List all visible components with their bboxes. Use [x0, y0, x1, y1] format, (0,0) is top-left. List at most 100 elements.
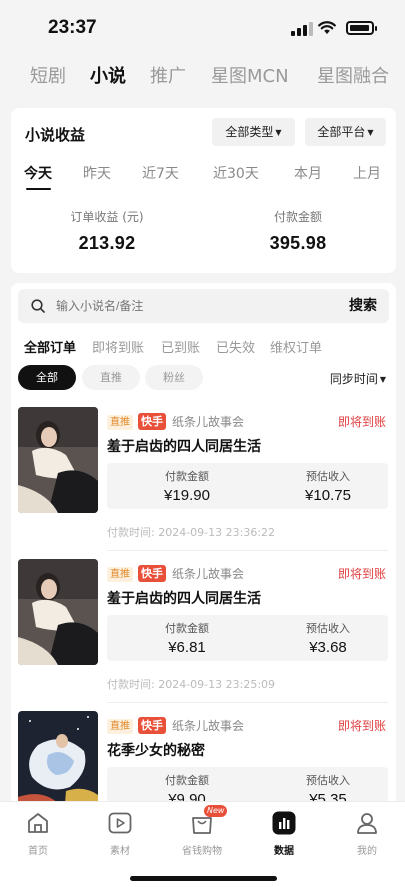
order-status: 即将到账	[337, 415, 386, 429]
bottom-navigation: 首页 素材 New 省钱购物 数据 我的	[0, 801, 405, 887]
kuaishou-platform-badge: 快手	[138, 717, 166, 734]
order-item[interactable]: 直推 快手 纸条儿故事会 即将到账 羞于启齿的四人同居生活 付款金额 ¥6.81…	[11, 559, 396, 711]
status-bar: 23:37	[0, 0, 405, 58]
search-button[interactable]: 搜索	[349, 289, 377, 323]
order-tab-received[interactable]: 已到账	[161, 337, 200, 356]
data-chart-icon	[272, 811, 296, 835]
paid-amount-label: 付款金额	[273, 210, 322, 224]
tab-xingtu-mcn[interactable]: 星图MCN	[211, 62, 289, 88]
book-cover-image	[18, 407, 98, 513]
paid-amount-value: ¥6.81	[168, 639, 206, 656]
book-title: 羞于启齿的四人同居生活	[107, 439, 261, 455]
platform-filter-label: 全部平台	[317, 125, 366, 139]
paid-amount-label: 付款金额	[165, 774, 209, 787]
direct-push-badge: 直推	[107, 415, 133, 430]
order-tab-all[interactable]: 全部订单	[24, 337, 76, 356]
period-tab-last-month[interactable]: 上月	[353, 163, 381, 183]
estimated-income-value: ¥3.68	[309, 639, 347, 656]
home-indicator	[130, 876, 277, 881]
wifi-icon	[318, 21, 336, 34]
period-tab-this-month[interactable]: 本月	[294, 163, 322, 183]
novel-search-input[interactable]	[56, 289, 296, 323]
direct-push-badge: 直推	[107, 567, 133, 582]
tab-xingtu-fusion[interactable]: 星图融合	[317, 62, 389, 88]
estimated-income-label: 预估收入	[306, 470, 350, 483]
estimated-income-value: ¥10.75	[305, 487, 351, 504]
nav-materials-label: 素材	[110, 846, 130, 857]
estimated-income: 预估收入 ¥10.75	[268, 468, 388, 504]
estimated-income-label: 预估收入	[306, 622, 350, 635]
status-time: 23:37	[48, 17, 97, 38]
period-tab-30days[interactable]: 近30天	[213, 163, 259, 183]
book-title: 花季少女的秘密	[107, 743, 205, 759]
period-tab-yesterday[interactable]: 昨天	[83, 163, 111, 183]
paid-amount-label: 付款金额	[165, 470, 209, 483]
new-badge: New	[204, 805, 228, 817]
kuaishou-platform-badge: 快手	[138, 565, 166, 582]
tab-novel[interactable]: 小说	[90, 62, 126, 88]
platform-filter-dropdown[interactable]: 全部平台 ▼	[305, 118, 386, 146]
caret-down-icon: ▼	[275, 128, 282, 137]
period-tab-today[interactable]: 今天	[24, 163, 52, 183]
top-tab-bar: 短剧 小说 推广 星图MCN 星图融合	[0, 62, 405, 96]
paid-amount: 付款金额 ¥6.81	[127, 620, 247, 656]
order-item[interactable]: 直推 快手 纸条儿故事会 即将到账 羞于启齿的四人同居生活 付款金额 ¥19.9…	[11, 407, 396, 559]
account-name: 纸条儿故事会	[172, 719, 245, 733]
kuaishou-platform-badge: 快手	[138, 413, 166, 430]
search-icon	[31, 299, 45, 313]
account-name: 纸条儿故事会	[172, 567, 245, 581]
order-income-stat: 订单收益 (元) 213.92	[22, 208, 192, 254]
estimated-income-label: 预估收入	[306, 774, 350, 787]
order-status: 即将到账	[337, 567, 386, 581]
nav-profile-label: 我的	[357, 846, 377, 857]
book-cover-image	[18, 711, 98, 813]
nav-shopping-label: 省钱购物	[182, 846, 222, 857]
chip-fans[interactable]: 粉丝	[145, 365, 203, 390]
active-period-indicator	[26, 188, 51, 190]
order-tab-pending[interactable]: 即将到账	[92, 337, 144, 356]
order-tab-expired[interactable]: 已失效	[216, 337, 255, 356]
paid-amount: 付款金额 ¥19.90	[127, 468, 247, 504]
user-icon	[357, 813, 377, 834]
divider	[107, 550, 388, 551]
payment-time: 付款时间: 2024-09-13 23:25:09	[107, 678, 276, 691]
order-tab-dispute[interactable]: 维权订单	[270, 337, 322, 356]
chip-direct[interactable]: 直推	[82, 365, 140, 390]
paid-amount-stat: 付款金额 395.98	[213, 208, 383, 254]
cellular-signal-icon	[291, 22, 313, 36]
orders-card: 搜索 全部订单 即将到账 已到账 已失效 维权订单 全部 直推 粉丝 同步时间▼…	[11, 283, 396, 813]
home-icon	[28, 813, 48, 833]
tab-short-drama[interactable]: 短剧	[30, 62, 66, 88]
caret-down-icon: ▼	[367, 128, 374, 137]
payment-time: 付款时间: 2024-09-13 23:36:22	[107, 526, 276, 539]
nav-home[interactable]: 首页	[8, 810, 68, 857]
nav-data-label: 数据	[274, 846, 294, 857]
nav-materials[interactable]: 素材	[90, 810, 150, 857]
paid-amount-label: 付款金额	[165, 622, 209, 635]
type-filter-dropdown[interactable]: 全部类型 ▼	[212, 118, 295, 146]
book-title: 羞于启齿的四人同居生活	[107, 591, 261, 607]
battery-icon	[346, 21, 377, 35]
nav-profile[interactable]: 我的	[337, 810, 397, 857]
amount-box: 付款金额 ¥6.81 预估收入 ¥3.68	[107, 615, 388, 661]
sort-label: 同步时间	[329, 372, 378, 386]
estimated-income: 预估收入 ¥3.68	[268, 620, 388, 656]
tab-promotion[interactable]: 推广	[150, 62, 186, 88]
nav-shopping[interactable]: New 省钱购物	[172, 805, 232, 857]
type-filter-label: 全部类型	[225, 125, 274, 139]
period-tab-7days[interactable]: 近7天	[142, 163, 179, 183]
account-name: 纸条儿故事会	[172, 415, 245, 429]
book-cover-image	[18, 559, 98, 665]
play-icon	[108, 812, 132, 834]
order-item[interactable]: 直推 快手 纸条儿故事会 即将到账 花季少女的秘密 付款金额 ¥9.90 预估收…	[11, 711, 396, 813]
search-bar: 搜索	[18, 289, 389, 323]
chip-all[interactable]: 全部	[18, 365, 76, 390]
nav-home-label: 首页	[28, 846, 48, 857]
direct-push-badge: 直推	[107, 719, 133, 734]
order-status: 即将到账	[337, 719, 386, 733]
order-income-value: 213.92	[78, 233, 136, 253]
order-income-label: 订单收益 (元)	[70, 210, 144, 224]
sync-time-sort[interactable]: 同步时间 ▼	[330, 370, 386, 387]
nav-data[interactable]: 数据	[254, 810, 314, 857]
income-title: 小说收益	[25, 126, 86, 144]
